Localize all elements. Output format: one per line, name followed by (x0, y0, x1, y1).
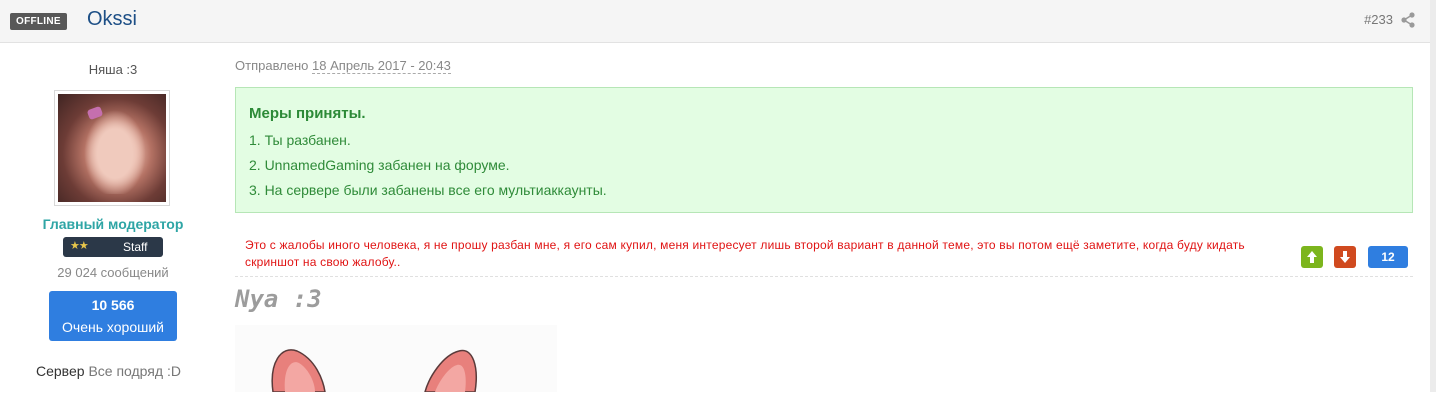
author-sidebar: Няша :3 Главный модератор ★★ Staff 29 02… (0, 43, 226, 392)
staff-label: Staff (123, 240, 148, 254)
server-field: Сервер Все подряд :D (36, 363, 181, 379)
moderator-notice: Меры приняты. 1. Ты разбанен. 2. Unnamed… (235, 87, 1413, 213)
avatar-image (58, 94, 166, 202)
signature-image (235, 325, 557, 393)
notice-item: 1. Ты разбанен. (249, 132, 351, 148)
post-message-text: Это с жалобы иного человека, я не прошу … (245, 238, 1245, 269)
reputation-box: 10 566 Очень хороший (49, 291, 177, 341)
reputation-value: 10 566 (91, 297, 135, 313)
arrow-up-icon (1307, 251, 1317, 263)
vote-up-button[interactable] (1301, 246, 1323, 268)
post-body: Отправлено 18 Апрель 2017 - 20:43 Меры п… (235, 43, 1413, 393)
vote-count-badge[interactable]: 12 (1368, 246, 1408, 268)
post-date-prefix: Отправлено (235, 58, 309, 73)
user-group: Главный модератор (42, 216, 184, 232)
scrollbar[interactable] (1430, 0, 1436, 392)
signature-heading: Nya :3 (235, 285, 322, 313)
user-title: Няша :3 (88, 62, 138, 77)
author-name-link[interactable]: Okssi (87, 8, 137, 31)
server-value: Все подряд :D (88, 363, 181, 379)
post-date-value: 18 Апрель 2017 - 20:43 (312, 58, 451, 74)
share-icon[interactable] (1400, 12, 1416, 28)
notice-item: 2. UnnamedGaming забанен на форуме. (249, 157, 510, 173)
vote-down-button[interactable] (1334, 246, 1356, 268)
post-number-link[interactable]: #233 (1364, 12, 1393, 27)
avatar[interactable] (54, 90, 170, 206)
status-badge: OFFLINE (10, 13, 67, 30)
cat-ears-image (271, 349, 477, 393)
post-date: Отправлено 18 Апрель 2017 - 20:43 (235, 58, 451, 74)
arrow-down-icon (1340, 251, 1350, 263)
notice-title: Меры приняты. (249, 105, 366, 122)
server-label: Сервер (36, 363, 85, 379)
post-count: 29 024 сообщений (57, 265, 169, 280)
signature-divider (235, 276, 1413, 277)
star-icon: ★★ (70, 240, 89, 252)
post-header: OFFLINE Okssi #233 (0, 0, 1436, 43)
staff-badge: ★★ Staff (63, 237, 163, 257)
notice-item: 3. На сервере были забанены все его муль… (249, 182, 607, 198)
reputation-label: Очень хороший (62, 319, 164, 335)
